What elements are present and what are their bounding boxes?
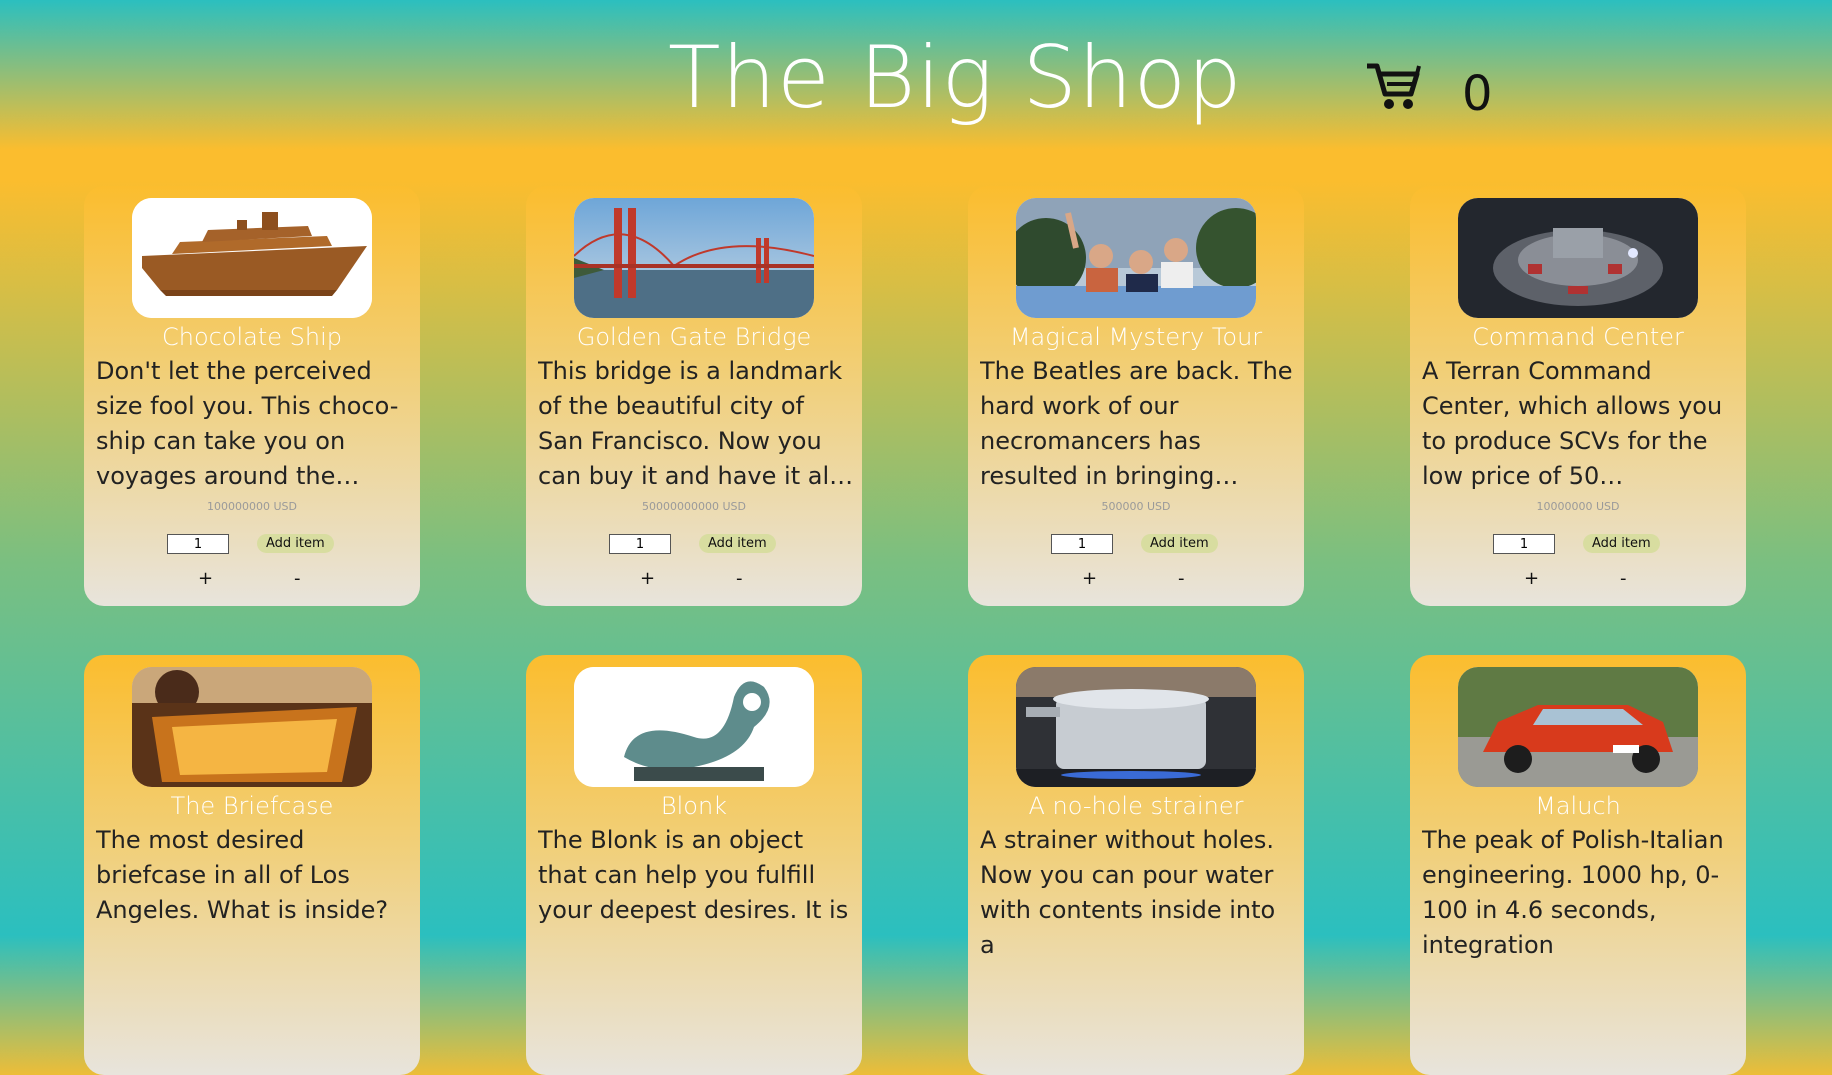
product-image bbox=[132, 198, 372, 318]
quantity-input[interactable] bbox=[1051, 534, 1113, 554]
product-name: Magical Mystery Tour bbox=[1009, 323, 1263, 351]
decrement-button[interactable]: - bbox=[1620, 568, 1627, 589]
product-name: Golden Gate Bridge bbox=[576, 323, 812, 351]
product-description: The Beatles are back. The hard work of o… bbox=[980, 357, 1293, 490]
cart-count: 0 bbox=[1462, 66, 1493, 122]
increment-button[interactable]: + bbox=[640, 568, 655, 589]
product-description: This bridge is a landmark of the beautif… bbox=[538, 357, 843, 490]
decrement-button[interactable]: - bbox=[294, 568, 301, 589]
product-description: The Blonk is an object that can help you… bbox=[538, 826, 849, 924]
product-price: 500000 USD bbox=[1101, 500, 1171, 513]
product-price: 100000000 USD bbox=[207, 500, 297, 513]
product-description: A strainer without holes. Now you can po… bbox=[980, 826, 1276, 959]
product-name: The Briefcase bbox=[170, 792, 334, 820]
add-item-button[interactable]: Add item bbox=[699, 534, 776, 553]
product-description: The peak of Polish-Italian engineering. … bbox=[1422, 826, 1724, 959]
product-image bbox=[574, 667, 814, 787]
shopping-cart-icon[interactable] bbox=[1365, 62, 1421, 112]
decrement-button[interactable]: - bbox=[1178, 568, 1185, 589]
product-image bbox=[1458, 198, 1698, 318]
product-image bbox=[574, 198, 814, 318]
product-name: Blonk bbox=[660, 792, 728, 820]
product-card: Command Center A Terran Command Center, … bbox=[1410, 186, 1746, 606]
product-card: The Briefcase The most desired briefcase… bbox=[84, 655, 420, 1075]
decrement-button[interactable]: - bbox=[736, 568, 743, 589]
product-card: Magical Mystery Tour The Beatles are bac… bbox=[968, 186, 1304, 606]
product-image bbox=[1016, 667, 1256, 787]
add-item-button[interactable]: Add item bbox=[257, 534, 334, 553]
product-name: A no-hole strainer bbox=[1028, 792, 1244, 820]
product-card: Blonk The Blonk is an object that can he… bbox=[526, 655, 862, 1075]
quantity-input[interactable] bbox=[167, 534, 229, 554]
product-name: Chocolate Ship bbox=[161, 323, 343, 351]
product-image bbox=[1016, 198, 1256, 318]
product-description: A Terran Command Center, which allows yo… bbox=[1422, 357, 1723, 490]
product-name: Maluch bbox=[1535, 792, 1621, 820]
header: The Big Shop 0 bbox=[0, 0, 1832, 150]
increment-button[interactable]: + bbox=[1524, 568, 1539, 589]
quantity-input[interactable] bbox=[609, 534, 671, 554]
add-item-button[interactable]: Add item bbox=[1583, 534, 1660, 553]
page-title: The Big Shop bbox=[668, 28, 1243, 128]
product-name: Command Center bbox=[1472, 323, 1684, 351]
product-card: Chocolate Ship Don't let the perceived s… bbox=[84, 186, 420, 606]
product-price: 50000000000 USD bbox=[642, 500, 746, 513]
product-price: 10000000 USD bbox=[1536, 500, 1620, 513]
product-card: A no-hole strainer A strainer without ho… bbox=[968, 655, 1304, 1075]
quantity-input[interactable] bbox=[1493, 534, 1555, 554]
increment-button[interactable]: + bbox=[198, 568, 213, 589]
increment-button[interactable]: + bbox=[1082, 568, 1097, 589]
product-image bbox=[1458, 667, 1698, 787]
add-item-button[interactable]: Add item bbox=[1141, 534, 1218, 553]
product-card: Maluch The peak of Polish-Italian engine… bbox=[1410, 655, 1746, 1075]
product-image bbox=[132, 667, 372, 787]
product-description: Don't let the perceived size fool you. T… bbox=[96, 357, 399, 490]
product-card: Golden Gate Bridge This bridge is a land… bbox=[526, 186, 862, 606]
product-description: The most desired briefcase in all of Los… bbox=[96, 826, 389, 924]
